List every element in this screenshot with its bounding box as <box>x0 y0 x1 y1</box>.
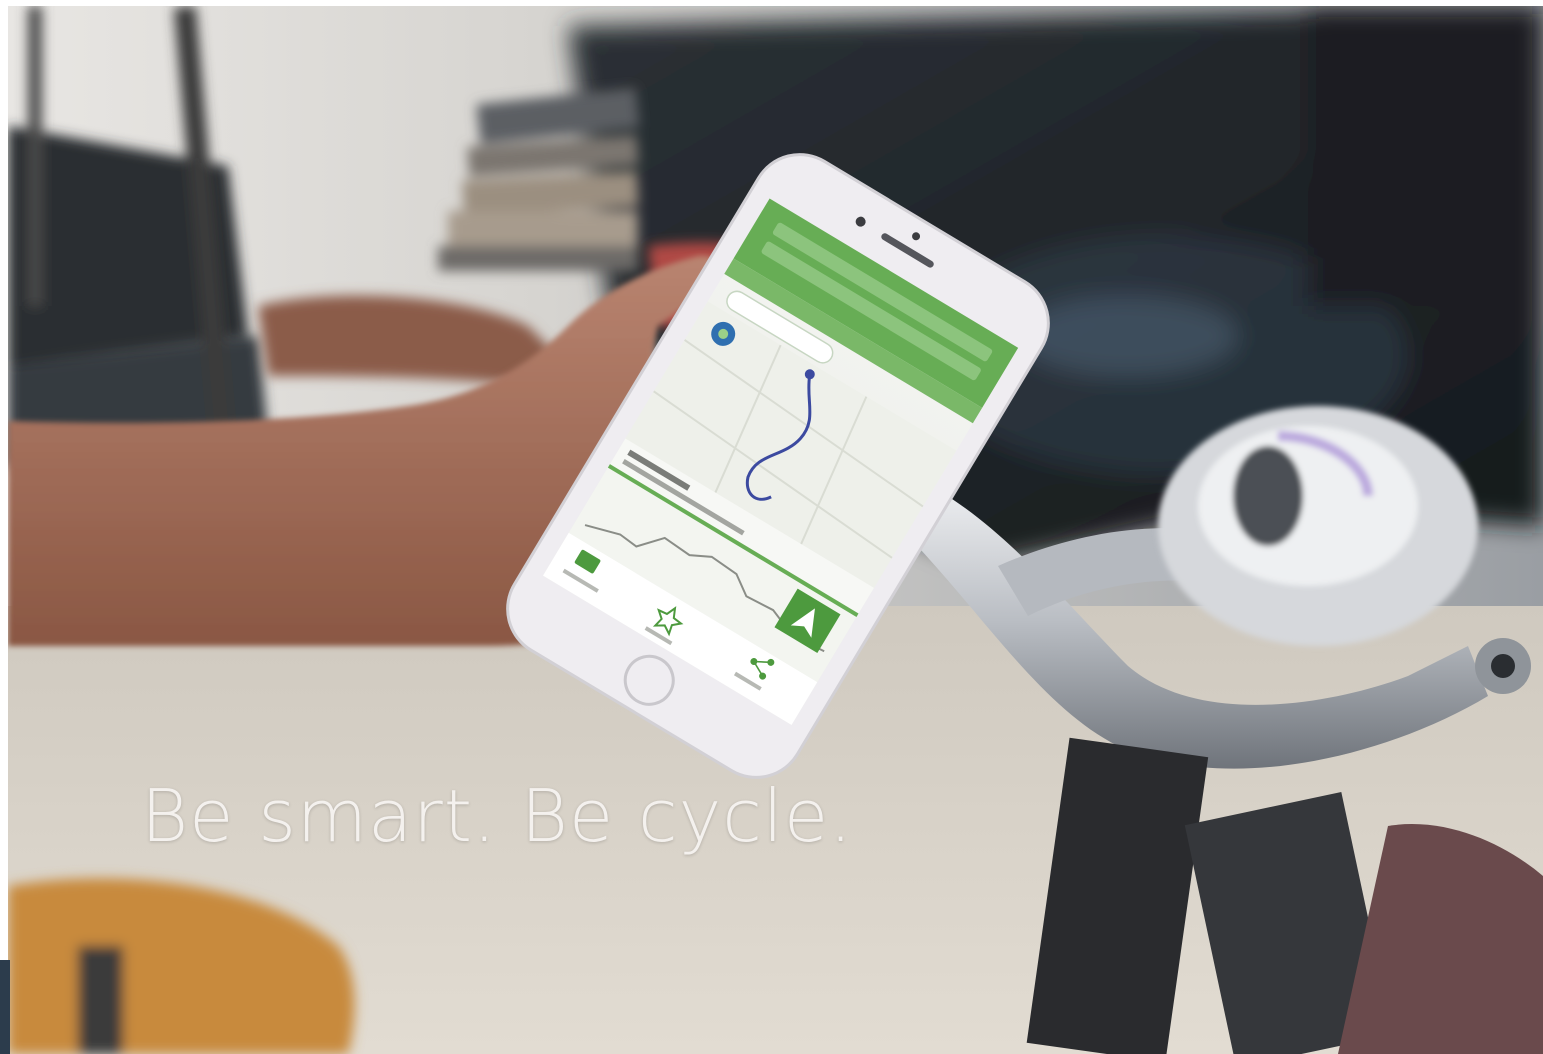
photo-illustration <box>8 6 1543 1054</box>
photo-scene: Be smart. Be cycle. <box>8 6 1543 1054</box>
tagline-text: Be smart. Be cycle. <box>141 774 853 858</box>
corner-edge-mark <box>0 960 10 1054</box>
